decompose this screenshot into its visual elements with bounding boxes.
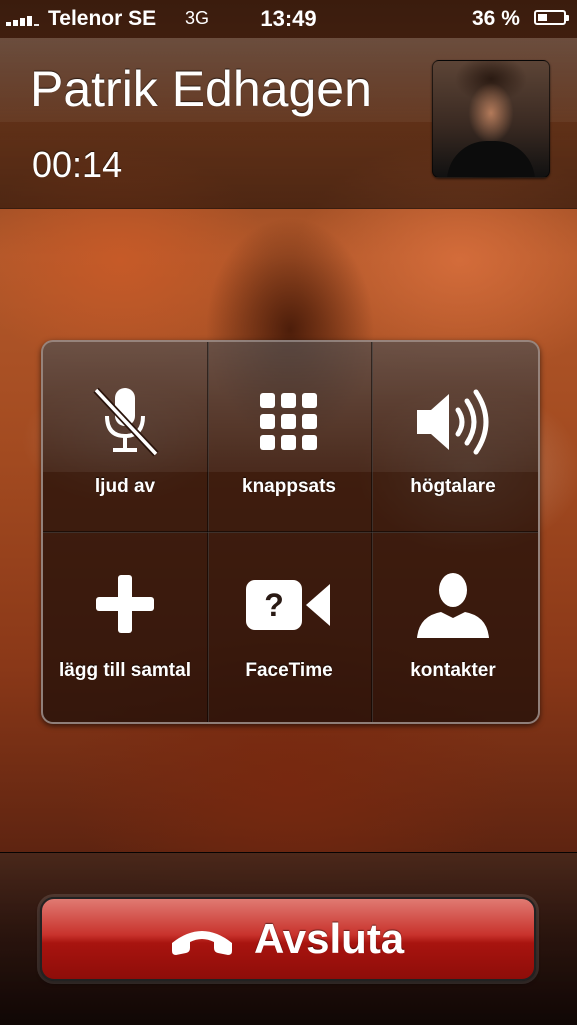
battery-percentage: 36 % xyxy=(472,7,520,30)
add-call-button[interactable]: lägg till samtal xyxy=(43,532,207,721)
caller-header: Patrik Edhagen 00:14 xyxy=(0,38,577,209)
end-call-label: Avsluta xyxy=(254,915,405,962)
keypad-icon xyxy=(260,393,317,450)
keypad-button[interactable]: knappsats xyxy=(207,342,371,531)
mute-button[interactable]: ljud av xyxy=(43,342,207,531)
call-options-panel: ljud av knappsats högtalare lägg till sa… xyxy=(41,340,540,724)
speaker-icon xyxy=(417,389,489,455)
facetime-label: FaceTime xyxy=(245,660,333,681)
contacts-button[interactable]: kontakter xyxy=(371,532,535,721)
battery-icon xyxy=(534,10,569,25)
mute-microphone-icon xyxy=(93,387,159,457)
plus-icon xyxy=(96,575,154,633)
facetime-button[interactable]: ? FaceTime xyxy=(207,532,371,721)
caller-avatar xyxy=(432,60,550,178)
caller-name: Patrik Edhagen xyxy=(30,61,372,117)
facetime-camera-icon: ? xyxy=(246,580,330,630)
speaker-label: högtalare xyxy=(410,476,496,497)
contact-person-icon xyxy=(417,573,489,638)
call-duration: 00:14 xyxy=(32,144,123,185)
svg-text:?: ? xyxy=(264,587,284,623)
keypad-label: knappsats xyxy=(242,476,336,497)
status-bar: Telenor SE 3G 13:49 36 % xyxy=(0,0,577,38)
bottom-bar: Avsluta xyxy=(0,852,577,1025)
add-call-label: lägg till samtal xyxy=(59,660,191,681)
handset-icon xyxy=(172,931,232,955)
mute-label: ljud av xyxy=(94,476,156,497)
end-call-button[interactable]: Avsluta xyxy=(40,897,536,981)
speaker-button[interactable]: högtalare xyxy=(371,342,535,531)
contacts-label: kontakter xyxy=(410,660,496,681)
